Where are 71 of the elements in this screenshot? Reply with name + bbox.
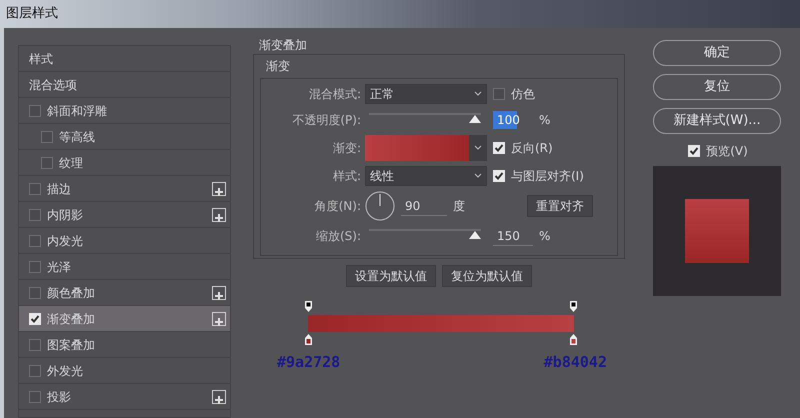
preview-swatch — [685, 199, 749, 263]
list-item[interactable]: 渐变叠加 — [19, 306, 230, 332]
checkbox-label: 与图层对齐(I) — [511, 168, 584, 185]
opacity-stop-icon[interactable] — [570, 301, 577, 312]
field-label: 角度(N): — [314, 198, 362, 215]
list-item[interactable]: 投影 — [19, 384, 230, 410]
unit-label: 度 — [453, 198, 465, 215]
dialog-button[interactable]: 确定 — [653, 40, 781, 66]
add-icon[interactable] — [212, 312, 226, 326]
dropdown[interactable]: 正常 — [365, 84, 487, 104]
list-item[interactable]: 内阴影 — [19, 202, 230, 228]
field-label: 缩放(S): — [314, 228, 362, 245]
add-icon[interactable] — [212, 182, 226, 196]
opacity-stop-icon[interactable] — [305, 301, 312, 312]
checkbox[interactable] — [41, 130, 53, 142]
checkbox-label: 仿色 — [511, 86, 535, 103]
checkbox-label: 反向(R) — [511, 140, 553, 157]
checkbox[interactable] — [29, 338, 41, 350]
color-stop-icon[interactable] — [570, 334, 577, 345]
caret-icon — [474, 145, 482, 151]
color-code-label: #b84042 — [544, 352, 607, 373]
checkbox[interactable] — [41, 156, 53, 168]
add-icon[interactable] — [212, 208, 226, 222]
color-stop-icon[interactable] — [305, 334, 312, 345]
checkbox[interactable] — [29, 260, 41, 272]
field-label: 混合模式: — [308, 86, 362, 103]
field-label: 不透明度(P): — [291, 112, 362, 129]
number-field[interactable]: 90 — [401, 196, 447, 216]
angle-dial[interactable] — [365, 191, 395, 221]
add-icon[interactable] — [212, 286, 226, 300]
color-code-label: #9a2728 — [277, 352, 340, 373]
list-item[interactable]: 外发光 — [19, 358, 230, 384]
list-item[interactable]: 光泽 — [19, 254, 230, 280]
checkbox[interactable] — [493, 88, 505, 100]
list-item[interactable]: 图案叠加 — [19, 332, 230, 358]
default-button[interactable]: 复位为默认值 — [442, 265, 532, 287]
caret-icon — [474, 173, 482, 179]
field-label: 样式: — [332, 168, 362, 185]
checkbox[interactable] — [29, 390, 41, 402]
default-button[interactable]: 设置为默认值 — [346, 265, 436, 287]
dialog-button[interactable]: 新建样式(W)... — [653, 108, 781, 134]
list-item[interactable]: 描边 — [19, 176, 230, 202]
list-item[interactable]: 斜面和浮雕 — [19, 98, 230, 124]
number-field[interactable]: 150 — [493, 226, 533, 246]
dropdown[interactable]: 线性 — [365, 166, 487, 186]
group-title: 渐变 — [266, 58, 291, 75]
field-label: 渐变: — [332, 140, 362, 157]
dialog-button[interactable]: 复位 — [653, 74, 781, 100]
reset-align-button[interactable]: 重置对齐 — [527, 195, 593, 217]
checkbox[interactable] — [29, 182, 41, 194]
slider-thumb[interactable] — [469, 115, 481, 123]
checkbox[interactable] — [29, 234, 41, 246]
window-title: 图层样式 — [6, 5, 58, 24]
unit-label: % — [539, 112, 550, 129]
checkbox[interactable] — [29, 286, 41, 298]
list-item[interactable]: 纹理 — [19, 150, 230, 176]
checkbox-label: 预览(V) — [706, 143, 748, 160]
list-item[interactable]: 内发光 — [19, 228, 230, 254]
list-item[interactable]: 等高线 — [19, 124, 230, 150]
checkbox[interactable] — [29, 104, 41, 116]
panel-title: 渐变叠加 — [259, 37, 308, 54]
list-item[interactable]: 混合选项 — [19, 72, 230, 98]
slider-track[interactable] — [369, 229, 481, 239]
list-item[interactable]: 样式 — [19, 46, 230, 72]
slider-track[interactable] — [369, 113, 481, 123]
caret-icon — [474, 91, 482, 97]
slider-thumb[interactable] — [469, 231, 481, 239]
checkbox[interactable] — [29, 208, 41, 220]
unit-label: % — [539, 228, 550, 245]
checkbox[interactable] — [29, 364, 41, 376]
add-icon[interactable] — [212, 390, 226, 404]
